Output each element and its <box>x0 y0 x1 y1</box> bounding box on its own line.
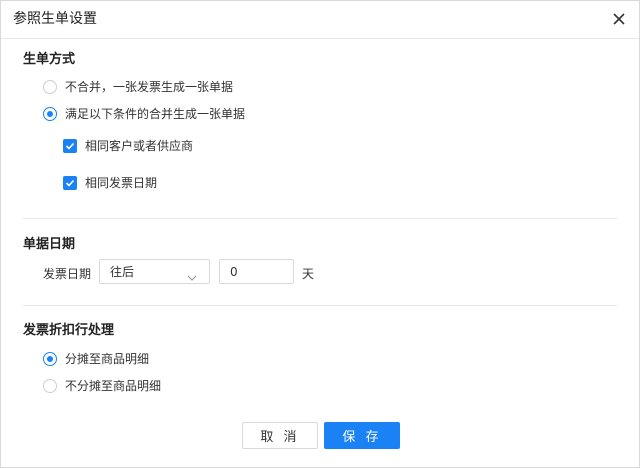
close-icon[interactable] <box>607 7 631 31</box>
checkbox[interactable] <box>63 139 77 153</box>
radio-label: 满足以下条件的合并生成一张单据 <box>65 107 246 121</box>
invoice-date-label: 发票日期 <box>43 267 92 281</box>
settings-dialog: 参照生单设置 生单方式 不合并，一张发票生成一张单据 满足以下条件的合并生成一张… <box>0 0 640 468</box>
section-title-generation: 生单方式 <box>23 52 76 67</box>
radio-no-merge[interactable]: 不合并，一张发票生成一张单据 <box>43 79 233 95</box>
radio-button[interactable] <box>43 80 57 94</box>
checkbox[interactable] <box>63 176 77 190</box>
checkbox-same-customer[interactable]: 相同客户或者供应商 <box>63 138 193 154</box>
dialog-title: 参照生单设置 <box>13 11 97 27</box>
radio-button[interactable] <box>43 352 57 366</box>
cancel-button[interactable]: 取 消 <box>242 422 318 449</box>
section-title-doc-date: 单据日期 <box>23 237 76 252</box>
radio-label: 不分摊至商品明细 <box>65 379 162 393</box>
divider <box>23 305 617 306</box>
section-title-discount: 发票折扣行处理 <box>23 323 115 338</box>
checkbox-label: 相同客户或者供应商 <box>85 139 194 153</box>
radio-not-allocate[interactable]: 不分摊至商品明细 <box>43 378 161 394</box>
radio-button[interactable] <box>43 107 57 121</box>
chevron-down-icon <box>187 267 197 286</box>
checkbox-label: 相同发票日期 <box>85 176 158 190</box>
dialog-header: 参照生单设置 <box>1 1 639 39</box>
radio-button[interactable] <box>43 379 57 393</box>
offset-days-input[interactable] <box>219 259 294 284</box>
radio-label: 不合并，一张发票生成一张单据 <box>65 80 234 94</box>
check-icon <box>65 142 75 150</box>
direction-select[interactable]: 往后 <box>99 259 210 284</box>
radio-merge-by-conditions[interactable]: 满足以下条件的合并生成一张单据 <box>43 106 245 122</box>
direction-select-value: 往后 <box>110 265 135 279</box>
radio-label: 分摊至商品明细 <box>65 352 150 366</box>
divider <box>23 218 617 219</box>
radio-allocate-to-items[interactable]: 分摊至商品明细 <box>43 351 149 367</box>
check-icon <box>65 179 75 187</box>
save-button[interactable]: 保 存 <box>324 422 400 449</box>
checkbox-same-invoice-date[interactable]: 相同发票日期 <box>63 175 157 191</box>
unit-label: 天 <box>302 267 315 281</box>
